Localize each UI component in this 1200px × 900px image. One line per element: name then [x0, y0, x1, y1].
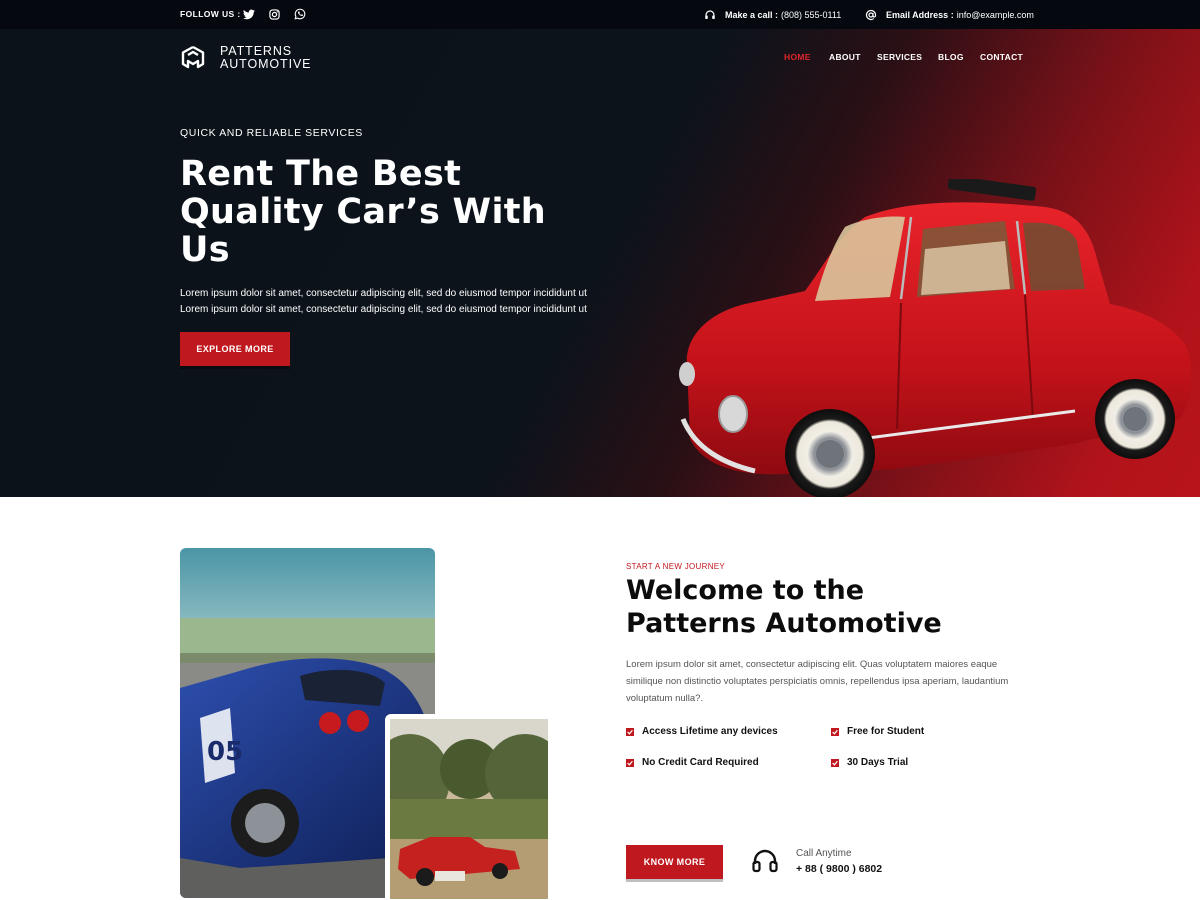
email-value: info@example.com — [956, 10, 1034, 20]
at-sign-icon — [864, 8, 878, 22]
section-eyebrow: START A NEW JOURNEY — [626, 562, 726, 571]
hero-title-line1: Rent The Best — [180, 154, 462, 194]
feature-item: Free for Student — [831, 726, 924, 737]
check-icon — [831, 727, 839, 736]
classic-car-photo — [385, 714, 553, 900]
know-more-button[interactable]: KNOW MORE — [626, 845, 723, 879]
section-title-line2: Patterns Automotive — [626, 608, 942, 639]
hero-description-line2: Lorem ipsum dolor sit amet, consectetur … — [180, 304, 587, 315]
logo-mark-icon — [181, 45, 205, 69]
hero-title: Rent The Best Quality Car’s With Us — [180, 155, 600, 269]
email-contact[interactable]: Email Address : info@example.com — [864, 8, 1034, 22]
instagram-icon[interactable] — [267, 7, 281, 21]
brand-logo[interactable]: PATTERNS AUTOMOTIVE — [180, 45, 311, 71]
explore-more-button[interactable]: EXPLORE MORE — [180, 332, 290, 366]
feature-label: Free for Student — [847, 726, 925, 737]
feature-item: 30 Days Trial — [831, 757, 908, 768]
feature-item: No Credit Card Required — [626, 757, 759, 768]
phone-label: Make a call : — [725, 10, 779, 20]
check-icon — [626, 758, 634, 767]
follow-us-label: FOLLOW US : — [180, 9, 241, 19]
call-number[interactable]: + 88 ( 9800 ) 6802 — [796, 863, 882, 875]
nav-item-contact[interactable]: CONTACT — [980, 52, 1023, 62]
feature-label: 30 Days Trial — [847, 757, 909, 768]
check-icon — [831, 758, 839, 767]
nav-item-blog[interactable]: BLOG — [938, 52, 964, 62]
email-label: Email Address : — [886, 10, 954, 20]
twitter-icon[interactable] — [242, 7, 256, 21]
brand-name: PATTERNS AUTOMOTIVE — [220, 45, 311, 71]
feature-item: Access Lifetime any devices — [626, 726, 778, 737]
hero-title-line3: Us — [180, 230, 230, 270]
red-car-image — [679, 179, 1192, 497]
svg-text:05: 05 — [207, 737, 243, 767]
top-bar: FOLLOW US : Make a call : (808) 555-0111… — [0, 0, 1200, 29]
call-anytime-label: Call Anytime — [796, 848, 852, 859]
hero-section: PATTERNS AUTOMOTIVE HOME ABOUT SERVICES … — [0, 29, 1200, 497]
section-description: Lorem ipsum dolor sit amet, consectetur … — [626, 659, 1009, 704]
nav-item-home[interactable]: HOME — [784, 52, 811, 62]
section-title: Welcome to the Patterns Automotive — [626, 574, 1006, 640]
brand-name-line2: AUTOMOTIVE — [220, 57, 312, 71]
feature-label: No Credit Card Required — [642, 757, 759, 768]
phone-value: (808) 555-0111 — [781, 10, 842, 20]
whatsapp-icon[interactable] — [293, 7, 307, 21]
nav-item-about[interactable]: ABOUT — [829, 52, 861, 62]
phone-contact[interactable]: Make a call : (808) 555-0111 — [703, 8, 841, 22]
hero-description: Lorem ipsum dolor sit amet, consectetur … — [180, 286, 620, 318]
headset-icon — [703, 8, 717, 22]
headset-icon — [752, 849, 778, 873]
hero-title-line2: Quality Car’s With — [180, 192, 547, 232]
check-icon — [626, 727, 634, 736]
feature-label: Access Lifetime any devices — [642, 726, 778, 737]
nav-item-services[interactable]: SERVICES — [877, 52, 922, 62]
section-title-line1: Welcome to the — [626, 575, 865, 606]
hero-description-line1: Lorem ipsum dolor sit amet, consectetur … — [180, 288, 587, 299]
hero-eyebrow: QUICK AND RELIABLE SERVICES — [180, 127, 363, 139]
